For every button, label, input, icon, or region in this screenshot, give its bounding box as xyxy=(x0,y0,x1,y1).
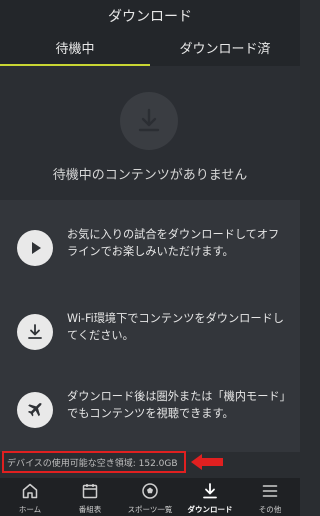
page-title: ダウンロード xyxy=(108,9,192,25)
tab-waiting-label: 待機中 xyxy=(55,42,95,57)
header: ダウンロード 待機中 ダウンロード済 xyxy=(0,0,300,66)
nav-label-home: ホーム xyxy=(18,505,42,514)
nav-label-sports: スポーツ一覧 xyxy=(127,505,173,514)
tab-downloaded[interactable]: ダウンロード済 xyxy=(150,38,300,66)
red-arrow-icon xyxy=(191,454,223,470)
info-section: お気に入りの試合をダウンロードしてオフラインでお楽しみいただけます。 Wi-Fi… xyxy=(0,200,300,452)
nav-item-download[interactable]: ダウンロード xyxy=(180,478,240,516)
nav-label-download: ダウンロード xyxy=(187,505,233,514)
nav-item-other[interactable]: その他 xyxy=(240,478,300,516)
menu-icon xyxy=(262,485,278,497)
empty-download-icon xyxy=(120,92,178,150)
play-icon xyxy=(17,230,53,266)
tab-waiting[interactable]: 待機中 xyxy=(0,38,150,66)
calendar-icon xyxy=(82,484,98,499)
bottom-nav: ホーム 番組表 スポーツ一覧 ダウンロード その他 xyxy=(0,478,300,516)
info-text-wifi: Wi-Fi環境下でコンテンツをダウンロードしてください。 xyxy=(67,312,284,342)
download-icon xyxy=(17,314,53,350)
nav-item-schedule[interactable]: 番組表 xyxy=(60,478,120,516)
storage-text: デバイスの使用可能な空き領域: 152.0GB xyxy=(7,459,178,469)
nav-item-sports[interactable]: スポーツ一覧 xyxy=(120,478,180,516)
soccer-ball-icon xyxy=(142,483,158,499)
home-icon xyxy=(22,483,38,499)
nav-label-schedule: 番組表 xyxy=(78,505,102,514)
empty-state-message: 待機中のコンテンツがありません xyxy=(52,168,248,183)
tab-downloaded-label: ダウンロード済 xyxy=(179,42,271,57)
nav-label-other: その他 xyxy=(258,505,282,514)
info-text-airplane: ダウンロード後は圏外または「機内モード」でもコンテンツを視聴できます。 xyxy=(67,390,286,420)
info-text-offline: お気に入りの試合をダウンロードしてオフラインでお楽しみいただけます。 xyxy=(67,228,280,258)
nav-item-home[interactable]: ホーム xyxy=(0,478,60,516)
airplane-icon xyxy=(17,392,53,428)
empty-state-panel: 待機中のコンテンツがありません xyxy=(0,66,300,200)
download-icon xyxy=(203,483,217,499)
